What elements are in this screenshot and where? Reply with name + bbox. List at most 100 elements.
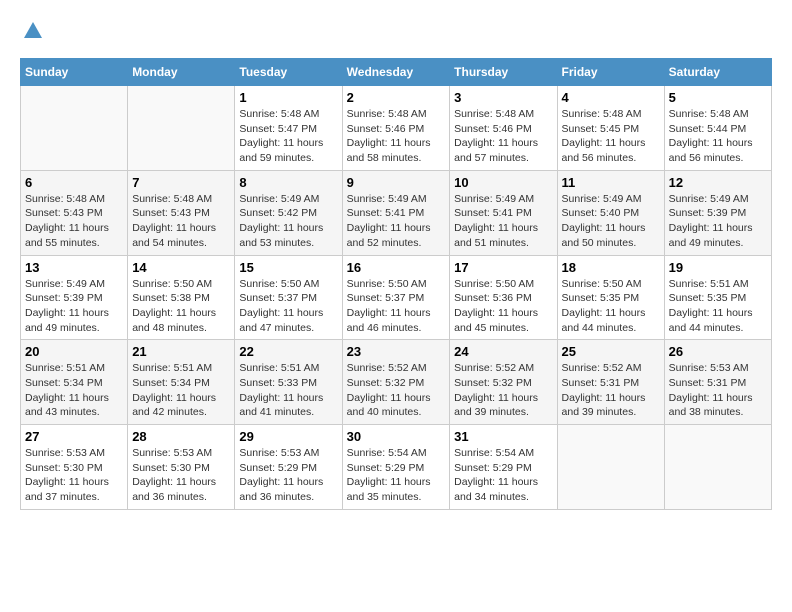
day-number: 12	[669, 175, 767, 190]
day-number: 26	[669, 344, 767, 359]
calendar-cell	[557, 425, 664, 510]
day-number: 7	[132, 175, 230, 190]
calendar-cell: 28 Sunrise: 5:53 AMSunset: 5:30 PMDayligh…	[128, 425, 235, 510]
day-detail: Sunrise: 5:51 AMSunset: 5:34 PMDaylight:…	[25, 361, 123, 420]
day-detail: Sunrise: 5:51 AMSunset: 5:34 PMDaylight:…	[132, 361, 230, 420]
day-detail: Sunrise: 5:49 AMSunset: 5:39 PMDaylight:…	[25, 277, 123, 336]
day-detail: Sunrise: 5:48 AMSunset: 5:44 PMDaylight:…	[669, 107, 767, 166]
logo	[20, 20, 44, 42]
calendar-cell: 3 Sunrise: 5:48 AMSunset: 5:46 PMDaylight…	[450, 86, 557, 171]
calendar-cell: 10 Sunrise: 5:49 AMSunset: 5:41 PMDayligh…	[450, 170, 557, 255]
day-number: 17	[454, 260, 552, 275]
day-number: 9	[347, 175, 446, 190]
day-detail: Sunrise: 5:53 AMSunset: 5:29 PMDaylight:…	[239, 446, 337, 505]
day-number: 20	[25, 344, 123, 359]
calendar-cell	[128, 86, 235, 171]
day-number: 23	[347, 344, 446, 359]
day-number: 8	[239, 175, 337, 190]
weekday-header-tuesday: Tuesday	[235, 59, 342, 86]
calendar-cell: 18 Sunrise: 5:50 AMSunset: 5:35 PMDayligh…	[557, 255, 664, 340]
day-detail: Sunrise: 5:48 AMSunset: 5:43 PMDaylight:…	[25, 192, 123, 251]
day-number: 11	[562, 175, 660, 190]
day-detail: Sunrise: 5:49 AMSunset: 5:39 PMDaylight:…	[669, 192, 767, 251]
weekday-header-sunday: Sunday	[21, 59, 128, 86]
day-detail: Sunrise: 5:48 AMSunset: 5:46 PMDaylight:…	[347, 107, 446, 166]
day-number: 28	[132, 429, 230, 444]
day-number: 25	[562, 344, 660, 359]
calendar-cell: 5 Sunrise: 5:48 AMSunset: 5:44 PMDaylight…	[664, 86, 771, 171]
day-detail: Sunrise: 5:54 AMSunset: 5:29 PMDaylight:…	[454, 446, 552, 505]
day-number: 29	[239, 429, 337, 444]
day-number: 16	[347, 260, 446, 275]
calendar-cell: 25 Sunrise: 5:52 AMSunset: 5:31 PMDayligh…	[557, 340, 664, 425]
calendar-cell: 11Sunrise: 5:49 AMSunset: 5:40 PMDayligh…	[557, 170, 664, 255]
day-detail: Sunrise: 5:50 AMSunset: 5:35 PMDaylight:…	[562, 277, 660, 336]
weekday-header-monday: Monday	[128, 59, 235, 86]
weekday-header-friday: Friday	[557, 59, 664, 86]
day-detail: Sunrise: 5:50 AMSunset: 5:36 PMDaylight:…	[454, 277, 552, 336]
day-number: 27	[25, 429, 123, 444]
day-number: 5	[669, 90, 767, 105]
calendar-cell: 20 Sunrise: 5:51 AMSunset: 5:34 PMDayligh…	[21, 340, 128, 425]
day-detail: Sunrise: 5:53 AMSunset: 5:30 PMDaylight:…	[25, 446, 123, 505]
day-number: 10	[454, 175, 552, 190]
calendar-week-3: 13 Sunrise: 5:49 AMSunset: 5:39 PMDayligh…	[21, 255, 772, 340]
calendar-week-5: 27 Sunrise: 5:53 AMSunset: 5:30 PMDayligh…	[21, 425, 772, 510]
weekday-header-wednesday: Wednesday	[342, 59, 450, 86]
calendar-cell: 24 Sunrise: 5:52 AMSunset: 5:32 PMDayligh…	[450, 340, 557, 425]
day-detail: Sunrise: 5:49 AMSunset: 5:42 PMDaylight:…	[239, 192, 337, 251]
day-detail: Sunrise: 5:48 AMSunset: 5:46 PMDaylight:…	[454, 107, 552, 166]
day-detail: Sunrise: 5:48 AMSunset: 5:45 PMDaylight:…	[562, 107, 660, 166]
calendar-cell	[664, 425, 771, 510]
calendar-cell: 23 Sunrise: 5:52 AMSunset: 5:32 PMDayligh…	[342, 340, 450, 425]
calendar-cell: 2Sunrise: 5:48 AMSunset: 5:46 PMDaylight…	[342, 86, 450, 171]
calendar-cell: 22 Sunrise: 5:51 AMSunset: 5:33 PMDayligh…	[235, 340, 342, 425]
weekday-header-thursday: Thursday	[450, 59, 557, 86]
day-number: 3	[454, 90, 552, 105]
day-detail: Sunrise: 5:52 AMSunset: 5:31 PMDaylight:…	[562, 361, 660, 420]
calendar-week-4: 20 Sunrise: 5:51 AMSunset: 5:34 PMDayligh…	[21, 340, 772, 425]
calendar-cell: 4 Sunrise: 5:48 AMSunset: 5:45 PMDaylight…	[557, 86, 664, 171]
calendar-cell: 30 Sunrise: 5:54 AMSunset: 5:29 PMDayligh…	[342, 425, 450, 510]
calendar-cell: 7Sunrise: 5:48 AMSunset: 5:43 PMDaylight…	[128, 170, 235, 255]
calendar-cell: 1Sunrise: 5:48 AMSunset: 5:47 PMDaylight…	[235, 86, 342, 171]
page-header	[20, 20, 772, 42]
day-detail: Sunrise: 5:52 AMSunset: 5:32 PMDaylight:…	[347, 361, 446, 420]
day-detail: Sunrise: 5:50 AMSunset: 5:37 PMDaylight:…	[239, 277, 337, 336]
day-number: 22	[239, 344, 337, 359]
calendar-cell: 12 Sunrise: 5:49 AMSunset: 5:39 PMDayligh…	[664, 170, 771, 255]
calendar-cell: 31 Sunrise: 5:54 AMSunset: 5:29 PMDayligh…	[450, 425, 557, 510]
calendar-cell: 9Sunrise: 5:49 AMSunset: 5:41 PMDaylight…	[342, 170, 450, 255]
calendar-cell: 8 Sunrise: 5:49 AMSunset: 5:42 PMDaylight…	[235, 170, 342, 255]
day-number: 30	[347, 429, 446, 444]
day-number: 24	[454, 344, 552, 359]
calendar-cell: 13 Sunrise: 5:49 AMSunset: 5:39 PMDayligh…	[21, 255, 128, 340]
calendar-cell: 15 Sunrise: 5:50 AMSunset: 5:37 PMDayligh…	[235, 255, 342, 340]
calendar-cell: 6 Sunrise: 5:48 AMSunset: 5:43 PMDaylight…	[21, 170, 128, 255]
calendar-cell: 27 Sunrise: 5:53 AMSunset: 5:30 PMDayligh…	[21, 425, 128, 510]
day-detail: Sunrise: 5:54 AMSunset: 5:29 PMDaylight:…	[347, 446, 446, 505]
calendar-table: SundayMondayTuesdayWednesdayThursdayFrid…	[20, 58, 772, 510]
day-number: 13	[25, 260, 123, 275]
day-number: 31	[454, 429, 552, 444]
day-detail: Sunrise: 5:51 AMSunset: 5:35 PMDaylight:…	[669, 277, 767, 336]
calendar-cell: 16 Sunrise: 5:50 AMSunset: 5:37 PMDayligh…	[342, 255, 450, 340]
calendar-week-2: 6 Sunrise: 5:48 AMSunset: 5:43 PMDaylight…	[21, 170, 772, 255]
day-number: 4	[562, 90, 660, 105]
day-detail: Sunrise: 5:53 AMSunset: 5:30 PMDaylight:…	[132, 446, 230, 505]
calendar-cell: 17 Sunrise: 5:50 AMSunset: 5:36 PMDayligh…	[450, 255, 557, 340]
day-number: 6	[25, 175, 123, 190]
calendar-cell: 14Sunrise: 5:50 AMSunset: 5:38 PMDayligh…	[128, 255, 235, 340]
calendar-cell: 29 Sunrise: 5:53 AMSunset: 5:29 PMDayligh…	[235, 425, 342, 510]
day-detail: Sunrise: 5:52 AMSunset: 5:32 PMDaylight:…	[454, 361, 552, 420]
weekday-header-saturday: Saturday	[664, 59, 771, 86]
day-detail: Sunrise: 5:49 AMSunset: 5:41 PMDaylight:…	[454, 192, 552, 251]
day-number: 21	[132, 344, 230, 359]
day-detail: Sunrise: 5:51 AMSunset: 5:33 PMDaylight:…	[239, 361, 337, 420]
day-detail: Sunrise: 5:50 AMSunset: 5:37 PMDaylight:…	[347, 277, 446, 336]
day-number: 15	[239, 260, 337, 275]
calendar-cell: 21 Sunrise: 5:51 AMSunset: 5:34 PMDayligh…	[128, 340, 235, 425]
calendar-cell: 26Sunrise: 5:53 AMSunset: 5:31 PMDayligh…	[664, 340, 771, 425]
day-number: 18	[562, 260, 660, 275]
calendar-cell: 19Sunrise: 5:51 AMSunset: 5:35 PMDayligh…	[664, 255, 771, 340]
